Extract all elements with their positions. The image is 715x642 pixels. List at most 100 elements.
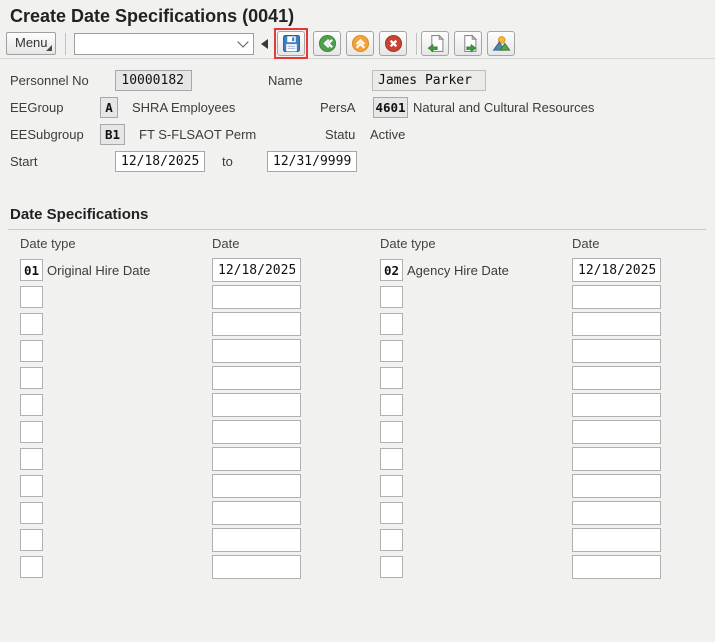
- column-header-date-type: Date type: [20, 236, 76, 251]
- date-type-input-right[interactable]: [380, 340, 403, 362]
- date-input-left[interactable]: [212, 501, 301, 525]
- date-spec-row: [0, 365, 715, 392]
- date-input-left[interactable]: [212, 528, 301, 552]
- column-header-date-type: Date type: [380, 236, 436, 251]
- menu-dropdown-triangle-icon: [46, 45, 52, 51]
- date-type-input-right[interactable]: [380, 421, 403, 443]
- date-type-input-left[interactable]: [20, 367, 43, 389]
- previous-record-button[interactable]: [421, 31, 449, 56]
- column-header-date: Date: [572, 236, 599, 251]
- ee-group-field[interactable]: [100, 97, 118, 118]
- date-input-right[interactable]: [572, 312, 661, 336]
- date-type-input-right[interactable]: [380, 502, 403, 524]
- page-title: Create Date Specifications (0041): [0, 0, 715, 30]
- date-input-right[interactable]: [572, 474, 661, 498]
- name-field[interactable]: [372, 70, 486, 91]
- date-input-right[interactable]: [572, 528, 661, 552]
- ee-subgroup-text: FT S-FLSAOT Perm: [139, 125, 256, 145]
- date-input-left[interactable]: [212, 366, 301, 390]
- date-type-text-left: Original Hire Date: [47, 260, 150, 281]
- section-divider: [8, 229, 706, 230]
- date-input-left[interactable]: [212, 420, 301, 444]
- collapse-left-icon[interactable]: [261, 39, 268, 49]
- save-button[interactable]: [277, 31, 305, 56]
- date-spec-row: [0, 473, 715, 500]
- cancel-button[interactable]: [379, 31, 407, 56]
- overview-button[interactable]: [487, 31, 515, 56]
- ee-subgroup-field[interactable]: [100, 124, 125, 145]
- menu-button[interactable]: Menu: [6, 32, 56, 55]
- date-rows: Original Hire Date Agency Hire Date: [0, 257, 715, 581]
- date-input-right[interactable]: [572, 393, 661, 417]
- date-type-input-right[interactable]: [380, 313, 403, 335]
- date-type-input-left[interactable]: [20, 475, 43, 497]
- back-button[interactable]: [313, 31, 341, 56]
- ee-subgroup-label: EESubgroup: [10, 125, 84, 145]
- date-spec-row: [0, 527, 715, 554]
- date-type-input-left[interactable]: [20, 529, 43, 551]
- date-input-left[interactable]: [212, 285, 301, 309]
- exit-icon: [351, 34, 370, 53]
- date-input-left[interactable]: [212, 312, 301, 336]
- command-input[interactable]: [74, 33, 254, 55]
- date-spec-row: [0, 419, 715, 446]
- date-type-input-left[interactable]: [20, 556, 43, 578]
- overview-icon: [492, 34, 511, 53]
- save-icon: [282, 34, 301, 53]
- next-record-button[interactable]: [454, 31, 482, 56]
- date-input-right[interactable]: [572, 501, 661, 525]
- exit-button[interactable]: [346, 31, 374, 56]
- date-input-left[interactable]: [212, 447, 301, 471]
- date-type-input-right[interactable]: [380, 448, 403, 470]
- date-type-input-left[interactable]: [20, 259, 43, 281]
- to-label: to: [222, 152, 233, 172]
- date-type-input-left[interactable]: [20, 448, 43, 470]
- date-specifications-section: Date Specifications Date type Date Date …: [0, 199, 715, 642]
- date-input-right[interactable]: [572, 366, 661, 390]
- date-type-input-left[interactable]: [20, 502, 43, 524]
- date-type-input-right[interactable]: [380, 394, 403, 416]
- personnel-no-field[interactable]: [115, 70, 192, 91]
- back-icon: [318, 34, 337, 53]
- start-date-field[interactable]: [115, 151, 205, 172]
- date-type-input-left[interactable]: [20, 340, 43, 362]
- pers-a-label: PersA: [320, 98, 355, 118]
- column-header-date: Date: [212, 236, 239, 251]
- date-spec-row: [0, 338, 715, 365]
- command-field: [74, 33, 254, 55]
- date-spec-row: [0, 311, 715, 338]
- date-input-right[interactable]: [572, 258, 661, 282]
- date-type-input-right[interactable]: [380, 286, 403, 308]
- date-input-right[interactable]: [572, 339, 661, 363]
- status-value: Active: [370, 125, 405, 145]
- date-type-text-right: Agency Hire Date: [407, 260, 509, 281]
- date-input-left[interactable]: [212, 339, 301, 363]
- pers-a-text: Natural and Cultural Resources: [413, 98, 594, 118]
- header-form: Personnel No Name EEGroup SHRA Employees…: [0, 59, 715, 199]
- date-type-input-right[interactable]: [380, 556, 403, 578]
- date-input-left[interactable]: [212, 393, 301, 417]
- date-type-input-right[interactable]: [380, 529, 403, 551]
- date-input-left[interactable]: [212, 258, 301, 282]
- name-label: Name: [268, 71, 303, 91]
- date-spec-row: Original Hire Date Agency Hire Date: [0, 257, 715, 284]
- date-type-input-left[interactable]: [20, 421, 43, 443]
- date-input-left[interactable]: [212, 474, 301, 498]
- date-type-input-right[interactable]: [380, 367, 403, 389]
- date-type-input-left[interactable]: [20, 313, 43, 335]
- date-type-input-left[interactable]: [20, 286, 43, 308]
- end-date-field[interactable]: [267, 151, 357, 172]
- date-type-input-right[interactable]: [380, 475, 403, 497]
- date-input-right[interactable]: [572, 447, 661, 471]
- date-input-left[interactable]: [212, 555, 301, 579]
- date-input-right[interactable]: [572, 420, 661, 444]
- date-input-right[interactable]: [572, 555, 661, 579]
- date-type-input-left[interactable]: [20, 394, 43, 416]
- pers-a-field[interactable]: [373, 97, 408, 118]
- personnel-no-label: Personnel No: [10, 71, 89, 91]
- date-spec-row: [0, 500, 715, 527]
- save-highlight-annotation: [274, 28, 308, 59]
- sap-window: Create Date Specifications (0041) Menu: [0, 0, 715, 642]
- date-type-input-right[interactable]: [380, 259, 403, 281]
- date-input-right[interactable]: [572, 285, 661, 309]
